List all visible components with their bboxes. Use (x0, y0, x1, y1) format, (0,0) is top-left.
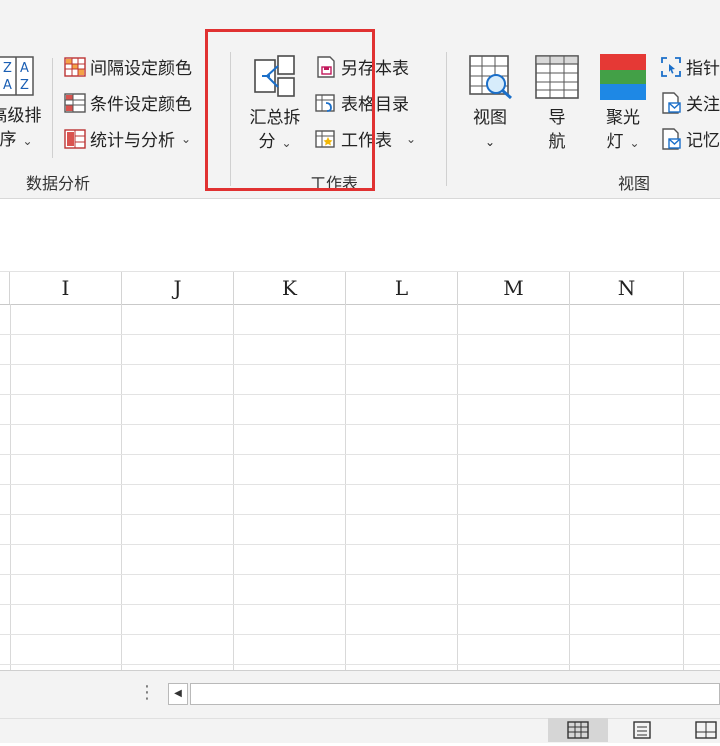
separator (52, 58, 53, 158)
sort-label-line2: 序 (0, 130, 17, 150)
grid-line (0, 634, 720, 635)
normal-view-icon (567, 721, 589, 739)
group-label-view: 视图 (618, 174, 651, 193)
grid-line (683, 304, 684, 670)
statistics-analysis-label: 统计与分析 (90, 131, 175, 151)
view-label: 视图 (473, 108, 507, 128)
sort-label-line1: 高级排 (0, 106, 42, 126)
grid-line (0, 664, 720, 665)
svg-text:A: A (20, 61, 29, 76)
spotlight-color-icon (600, 54, 646, 100)
column-header-row: I J K L M N (0, 272, 720, 305)
focus-label: 关注 (686, 95, 720, 115)
horizontal-scrollbar[interactable] (190, 683, 720, 705)
formula-area (0, 199, 720, 272)
navigation-line2: 航 (548, 132, 566, 152)
view-magnifier-icon (469, 55, 512, 100)
grid-line (0, 364, 720, 365)
grid-line (0, 454, 720, 455)
grid-line (0, 334, 720, 335)
spotlight-line2: 灯 (606, 132, 624, 152)
page-break-view-button[interactable] (676, 718, 720, 742)
memory-doc-icon (662, 127, 681, 150)
conditional-color-label: 条件设定颜色 (90, 95, 192, 115)
highlight-box (205, 29, 375, 191)
column-header[interactable]: I (10, 272, 122, 304)
scroll-left-button[interactable]: ◀ (168, 683, 188, 705)
color-grid-icon (64, 56, 86, 77)
chevron-down-icon: ⌄ (629, 136, 640, 150)
chevron-down-icon: ⌄ (22, 134, 33, 148)
chevron-down-icon: ⌄ (181, 131, 192, 146)
svg-text:Z: Z (3, 61, 12, 76)
column-header-partial[interactable] (684, 272, 720, 304)
statistics-icon (64, 128, 86, 149)
page-layout-icon (633, 721, 651, 739)
grid-line (0, 574, 720, 575)
chevron-down-icon: ⌄ (484, 135, 496, 149)
separator (446, 52, 447, 186)
pointer-label: 指针 (686, 59, 720, 79)
memory-label: 记忆 (686, 131, 720, 151)
page-break-icon (695, 721, 717, 739)
column-header[interactable]: L (346, 272, 458, 304)
svg-text:A: A (3, 78, 12, 93)
grid-line (121, 304, 122, 670)
svg-text:Z: Z (20, 78, 29, 93)
column-header[interactable]: M (458, 272, 570, 304)
group-label-data-analysis: 数据分析 (26, 174, 91, 193)
grid-line (457, 304, 458, 670)
navigation-line1: 导 (548, 108, 566, 128)
spotlight-line1: 聚光 (606, 108, 640, 128)
spotlight-button[interactable]: 聚光 灯 ⌄ (598, 54, 648, 154)
column-header-partial[interactable] (0, 272, 10, 304)
grid-line (569, 304, 570, 670)
statistics-analysis-button[interactable]: 统计与分析 ⌄ (64, 126, 191, 151)
grid-line (10, 304, 11, 670)
splitter-handle-icon[interactable]: ⋮ (138, 682, 156, 703)
interval-color-label: 间隔设定颜色 (90, 59, 192, 79)
pointer-frame-icon (661, 56, 681, 77)
grid-line (0, 544, 720, 545)
grid-line (0, 484, 720, 485)
interval-color-button[interactable]: 间隔设定颜色 (64, 54, 192, 79)
grid-line (0, 514, 720, 515)
normal-view-button[interactable] (548, 718, 608, 742)
column-header[interactable]: K (234, 272, 346, 304)
grid-line (0, 394, 720, 395)
memory-button[interactable]: 记忆 (660, 126, 720, 151)
chevron-down-icon: ⌄ (406, 131, 417, 146)
column-header[interactable]: N (570, 272, 684, 304)
column-header[interactable]: J (122, 272, 234, 304)
navigation-grid-icon (535, 55, 579, 99)
grid-line (345, 304, 346, 670)
grid-line (0, 604, 720, 605)
advanced-sort-button[interactable]: Z A A Z 高级排 序 ⌄ (0, 52, 46, 152)
grid-line (0, 424, 720, 425)
view-button[interactable]: 视图 ⌄ (466, 54, 518, 154)
conditional-color-button[interactable]: 条件设定颜色 (64, 90, 192, 115)
focus-button[interactable]: 关注 (660, 90, 720, 115)
grid-line (233, 304, 234, 670)
sort-az-icon: Z A A Z (0, 56, 34, 96)
pointer-button[interactable]: 指针 (660, 54, 720, 79)
page-layout-view-button[interactable] (612, 718, 672, 742)
navigation-button[interactable]: 导 航 (534, 54, 580, 154)
conditional-grid-icon (64, 92, 86, 113)
focus-doc-icon (662, 91, 681, 114)
